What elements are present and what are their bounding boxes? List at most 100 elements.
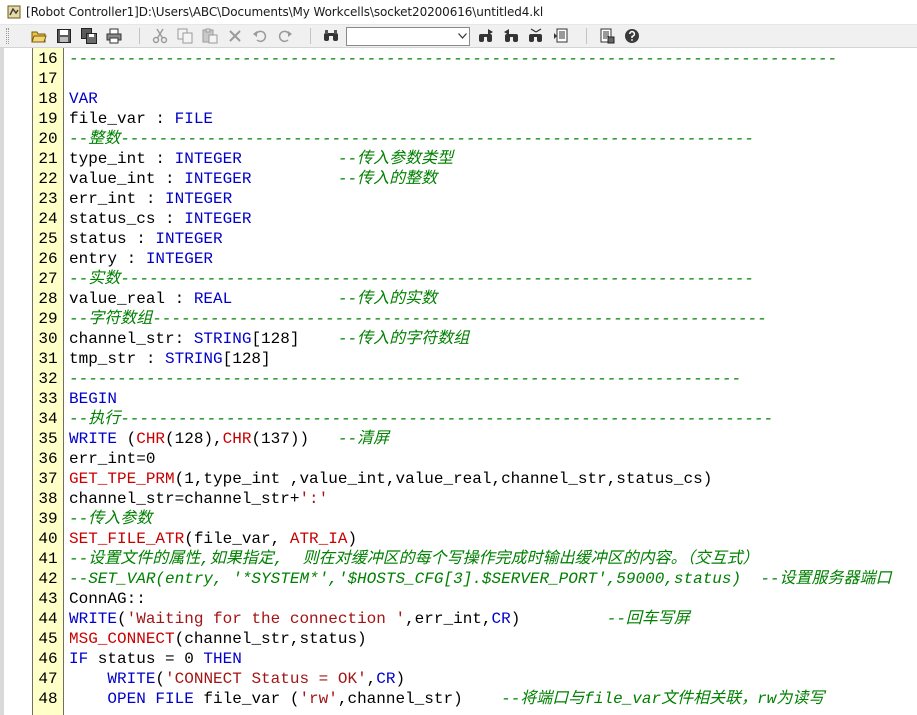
code-token: channel_str: <box>69 330 194 348</box>
comment-token: ----------------------------------------… <box>69 370 742 388</box>
find-combo[interactable] <box>346 26 470 46</box>
copy-icon[interactable] <box>175 26 195 46</box>
code-line[interactable]: 19 file_var : FILE <box>32 109 917 129</box>
line-number: 41 <box>38 550 58 568</box>
code-token: [128] <box>251 330 338 348</box>
code-text: err_int=0 <box>69 449 155 469</box>
code-line[interactable]: 20 --整数----------------------------------… <box>32 129 917 149</box>
code-line[interactable]: 42 --SET_VAR(entry, '*SYSTEM*','$HOSTS_CF… <box>32 569 917 589</box>
open-icon[interactable] <box>29 26 49 46</box>
delete-icon[interactable] <box>225 26 245 46</box>
line-number: 45 <box>38 630 58 648</box>
app-icon <box>6 4 22 20</box>
paste-icon[interactable] <box>200 26 220 46</box>
find-icon[interactable] <box>321 26 341 46</box>
cut-icon[interactable] <box>150 26 170 46</box>
code-token: (1,type_int ,value_int,value_real,channe… <box>174 470 713 488</box>
redo-icon[interactable] <box>275 26 295 46</box>
line-number: 32 <box>38 370 58 388</box>
code-line[interactable]: 33 BEGIN <box>32 389 917 409</box>
code-token: file_var ( <box>193 690 300 708</box>
code-line[interactable]: 25 status : INTEGER <box>32 229 917 249</box>
code-text: SET_FILE_ATR(file_var, ATR_IA) <box>69 529 357 549</box>
code-line[interactable]: 31 tmp_str : STRING[128] <box>32 349 917 369</box>
code-line[interactable]: 21 type_int : INTEGER --传入参数类型 <box>32 149 917 169</box>
builtin-token: ATR_IA <box>289 530 348 548</box>
save-all-icon[interactable] <box>79 26 99 46</box>
code-line[interactable]: 46 IF status = 0 THEN <box>32 649 917 669</box>
line-number: 47 <box>38 670 58 688</box>
window-titlebar: [Robot Controller1]D:\Users\ABC\Document… <box>0 0 917 25</box>
code-text: --实数------------------------------------… <box>69 269 754 289</box>
code-line[interactable]: 36 err_int=0 <box>32 449 917 469</box>
goto-icon[interactable] <box>551 26 571 46</box>
code-text: ----------------------------------------… <box>69 49 837 69</box>
keyword-token: VAR <box>69 90 98 108</box>
line-number: 30 <box>38 330 58 348</box>
undo-icon[interactable] <box>250 26 270 46</box>
keyword-token: INTEGER <box>155 230 223 248</box>
code-line[interactable]: 45 MSG_CONNECT(channel_str,status) <box>32 629 917 649</box>
code-text: status_cs : INTEGER <box>69 209 251 229</box>
replace-icon[interactable] <box>526 26 546 46</box>
code-line[interactable]: 22 value_int : INTEGER --传入的整数 <box>32 169 917 189</box>
code-line[interactable]: 28 value_real : REAL --传入的实数 <box>32 289 917 309</box>
code-line[interactable]: 17 <box>32 69 917 89</box>
code-text: value_int : INTEGER --传入的整数 <box>69 169 437 189</box>
comment-token: --传入参数类型 <box>337 150 454 168</box>
code-line[interactable]: 29 --字符数组--------------------------------… <box>32 309 917 329</box>
code-line[interactable]: 41 --设置文件的属性,如果指定, 则在对缓冲区的每个写操作完成时输出缓冲区的内… <box>32 549 917 569</box>
find-prev-icon[interactable] <box>501 26 521 46</box>
comment-token: --传入的整数 <box>337 170 438 188</box>
code-line[interactable]: 40 SET_FILE_ATR(file_var, ATR_IA) <box>32 529 917 549</box>
code-line[interactable]: 47 WRITE('CONNECT Status = OK',CR) <box>32 669 917 689</box>
comment-token: --整数------------------------------------… <box>69 130 754 148</box>
find-next-icon[interactable] <box>476 26 496 46</box>
code-line[interactable]: 32 --------------------------------------… <box>32 369 917 389</box>
string-token: ':' <box>299 490 329 508</box>
comment-token: --将端口与file_var文件相关联，rw为读写 <box>501 690 825 708</box>
code-line[interactable]: 16 --------------------------------------… <box>32 49 917 69</box>
print-icon[interactable] <box>104 26 124 46</box>
code-line[interactable]: 34 --执行----------------------------------… <box>32 409 917 429</box>
comment-token: --设置文件的属性,如果指定, 则在对缓冲区的每个写操作完成时输出缓冲区的内容。… <box>69 550 759 568</box>
properties-icon[interactable] <box>597 26 617 46</box>
code-line[interactable]: 38 channel_str=channel_str+':' <box>32 489 917 509</box>
code-line[interactable]: 39 --传入参数 <box>32 509 917 529</box>
comment-token: --SET_VAR(entry, '*SYSTEM*','$HOSTS_CFG[… <box>69 570 892 588</box>
code-text: --字符数组----------------------------------… <box>69 309 767 329</box>
code-line[interactable]: 27 --实数----------------------------------… <box>32 269 917 289</box>
line-number: 43 <box>38 590 58 608</box>
code-lines: 16 --------------------------------------… <box>32 49 917 709</box>
string-token: 'CONNECT Status = OK' <box>165 670 367 688</box>
code-line[interactable]: 23 err_int : INTEGER <box>32 189 917 209</box>
toolbar-grip[interactable] <box>6 28 9 44</box>
code-line[interactable]: 24 status_cs : INTEGER <box>32 209 917 229</box>
chevron-down-icon[interactable] <box>455 28 469 45</box>
code-line[interactable]: 44 WRITE('Waiting for the connection ',er… <box>32 609 917 629</box>
code-line[interactable]: 26 entry : INTEGER <box>32 249 917 269</box>
builtin-token: SET_FILE_ATR <box>69 530 185 548</box>
code-line[interactable]: 35 WRITE (CHR(128),CHR(137)) --清屏 <box>32 429 917 449</box>
comment-token: --传入的实数 <box>337 290 438 308</box>
comment-token: --回车写屏 <box>606 610 690 628</box>
code-text: file_var : FILE <box>69 109 213 129</box>
code-editor[interactable]: 16 --------------------------------------… <box>0 48 917 715</box>
line-number: 42 <box>38 570 58 588</box>
code-line[interactable]: 37 GET_TPE_PRM(1,type_int ,value_int,valu… <box>32 469 917 489</box>
code-line[interactable]: 18 VAR <box>32 89 917 109</box>
code-text: entry : INTEGER <box>69 249 213 269</box>
help-icon[interactable] <box>622 26 642 46</box>
code-text: --执行------------------------------------… <box>69 409 773 429</box>
code-line[interactable]: 43 ConnAG:: <box>32 589 917 609</box>
code-line[interactable]: 48 OPEN FILE file_var ('rw',channel_str)… <box>32 689 917 709</box>
keyword-token: CR <box>376 670 396 688</box>
keyword-token: CR <box>491 610 511 628</box>
code-text: GET_TPE_PRM(1,type_int ,value_int,value_… <box>69 469 712 489</box>
line-number: 26 <box>38 250 58 268</box>
code-line[interactable]: 30 channel_str: STRING[128] --传入的字符数组 <box>32 329 917 349</box>
keyword-token: WRITE <box>107 670 156 688</box>
save-icon[interactable] <box>54 26 74 46</box>
keyword-token: REAL <box>193 290 233 308</box>
